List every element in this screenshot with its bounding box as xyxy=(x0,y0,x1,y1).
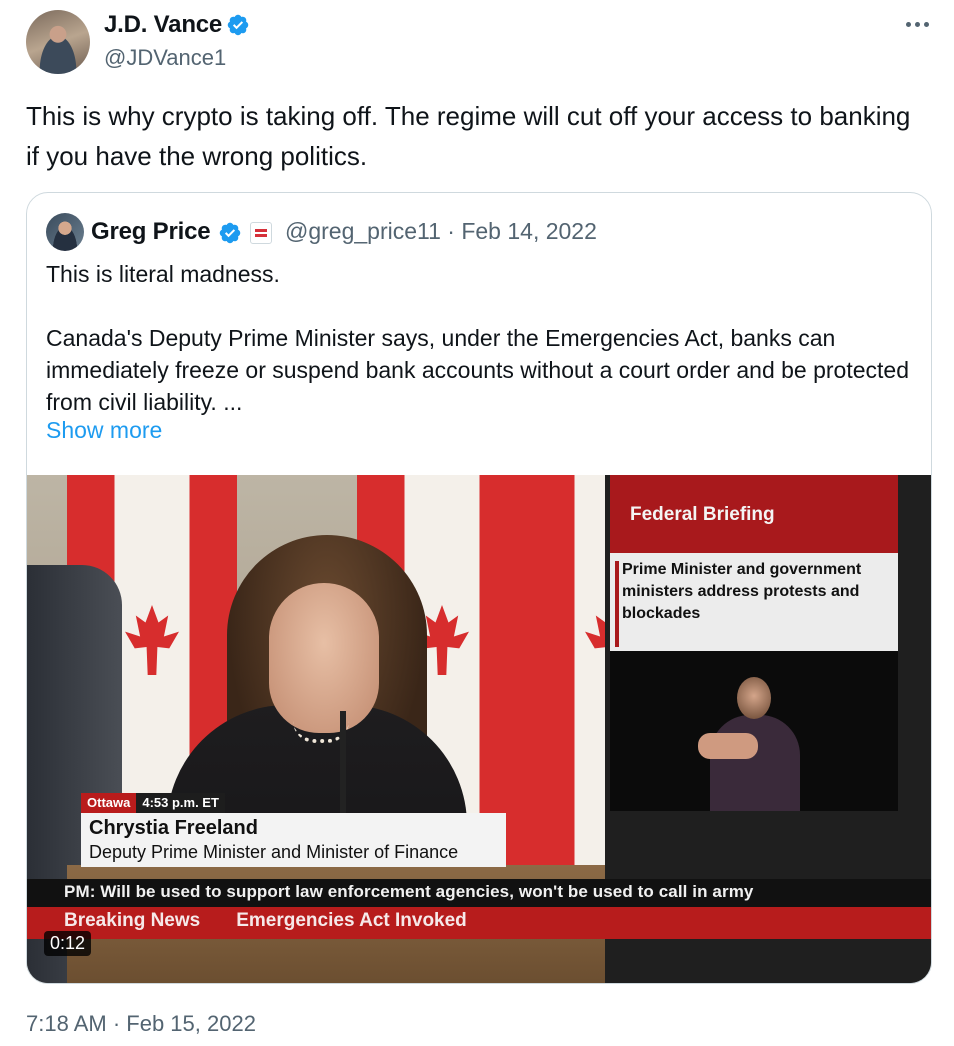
quoted-author-name[interactable]: Greg Price xyxy=(91,218,211,246)
time-label: 4:53 p.m. ET xyxy=(136,793,225,813)
breaking-text: Emergencies Act Invoked xyxy=(236,910,467,931)
quoted-author-avatar[interactable] xyxy=(46,213,84,251)
tweet-text: This is why crypto is taking off. The re… xyxy=(26,101,911,171)
show-more-link[interactable]: Show more xyxy=(46,417,162,444)
news-ticker: PM: Will be used to support law enforcem… xyxy=(27,879,931,907)
quoted-tweet[interactable]: Greg Price @greg_price11 · Feb 14, 2022 … xyxy=(26,192,932,984)
location-tag: Ottawa 4:53 p.m. ET xyxy=(81,793,225,813)
affiliation-badge-icon[interactable] xyxy=(250,222,272,244)
quoted-paragraph: Canada's Deputy Prime Minister says, und… xyxy=(46,325,909,415)
video-player[interactable]: Ottawa 4:53 p.m. ET Chrystia Freeland De… xyxy=(27,475,931,983)
more-dot-icon xyxy=(923,21,929,27)
more-dot-icon xyxy=(905,21,911,27)
panel-description: Prime Minister and government ministers … xyxy=(610,553,898,651)
sign-language-interpreter xyxy=(610,651,898,811)
speaker-name: Chrystia Freeland xyxy=(89,817,258,839)
video-duration: 0:12 xyxy=(44,931,92,956)
verified-badge-icon xyxy=(227,14,249,36)
quoted-handle-date[interactable]: @greg_price11 · Feb 14, 2022 xyxy=(285,218,597,245)
tweet-timestamp[interactable]: 7:18 AM · Feb 15, 2022 xyxy=(26,1011,256,1037)
quoted-text: This is literal madness. Canada's Deputy… xyxy=(46,258,916,450)
speaker-title: Deputy Prime Minister and Minister of Fi… xyxy=(89,842,459,862)
panel-header: Federal Briefing xyxy=(610,475,898,553)
canada-flag xyxy=(527,475,605,895)
more-options-button[interactable] xyxy=(900,10,934,38)
location-label: Ottawa xyxy=(81,793,137,813)
author-avatar[interactable] xyxy=(26,10,90,74)
more-dot-icon xyxy=(914,21,920,27)
author-name[interactable]: J.D. Vance xyxy=(104,11,222,39)
breaking-label: Breaking News xyxy=(64,910,201,931)
speaker-caption: Chrystia Freeland Deputy Prime Minister … xyxy=(81,813,506,867)
quoted-paragraph: This is literal madness. xyxy=(46,261,280,287)
author-handle[interactable]: @JDVance1 xyxy=(104,45,226,71)
breaking-news-bar: Breaking News Emergencies Act Invoked xyxy=(27,907,931,939)
verified-badge-icon xyxy=(219,222,241,244)
tweet: J.D. Vance @JDVance1 This is why crypto … xyxy=(0,0,954,1046)
